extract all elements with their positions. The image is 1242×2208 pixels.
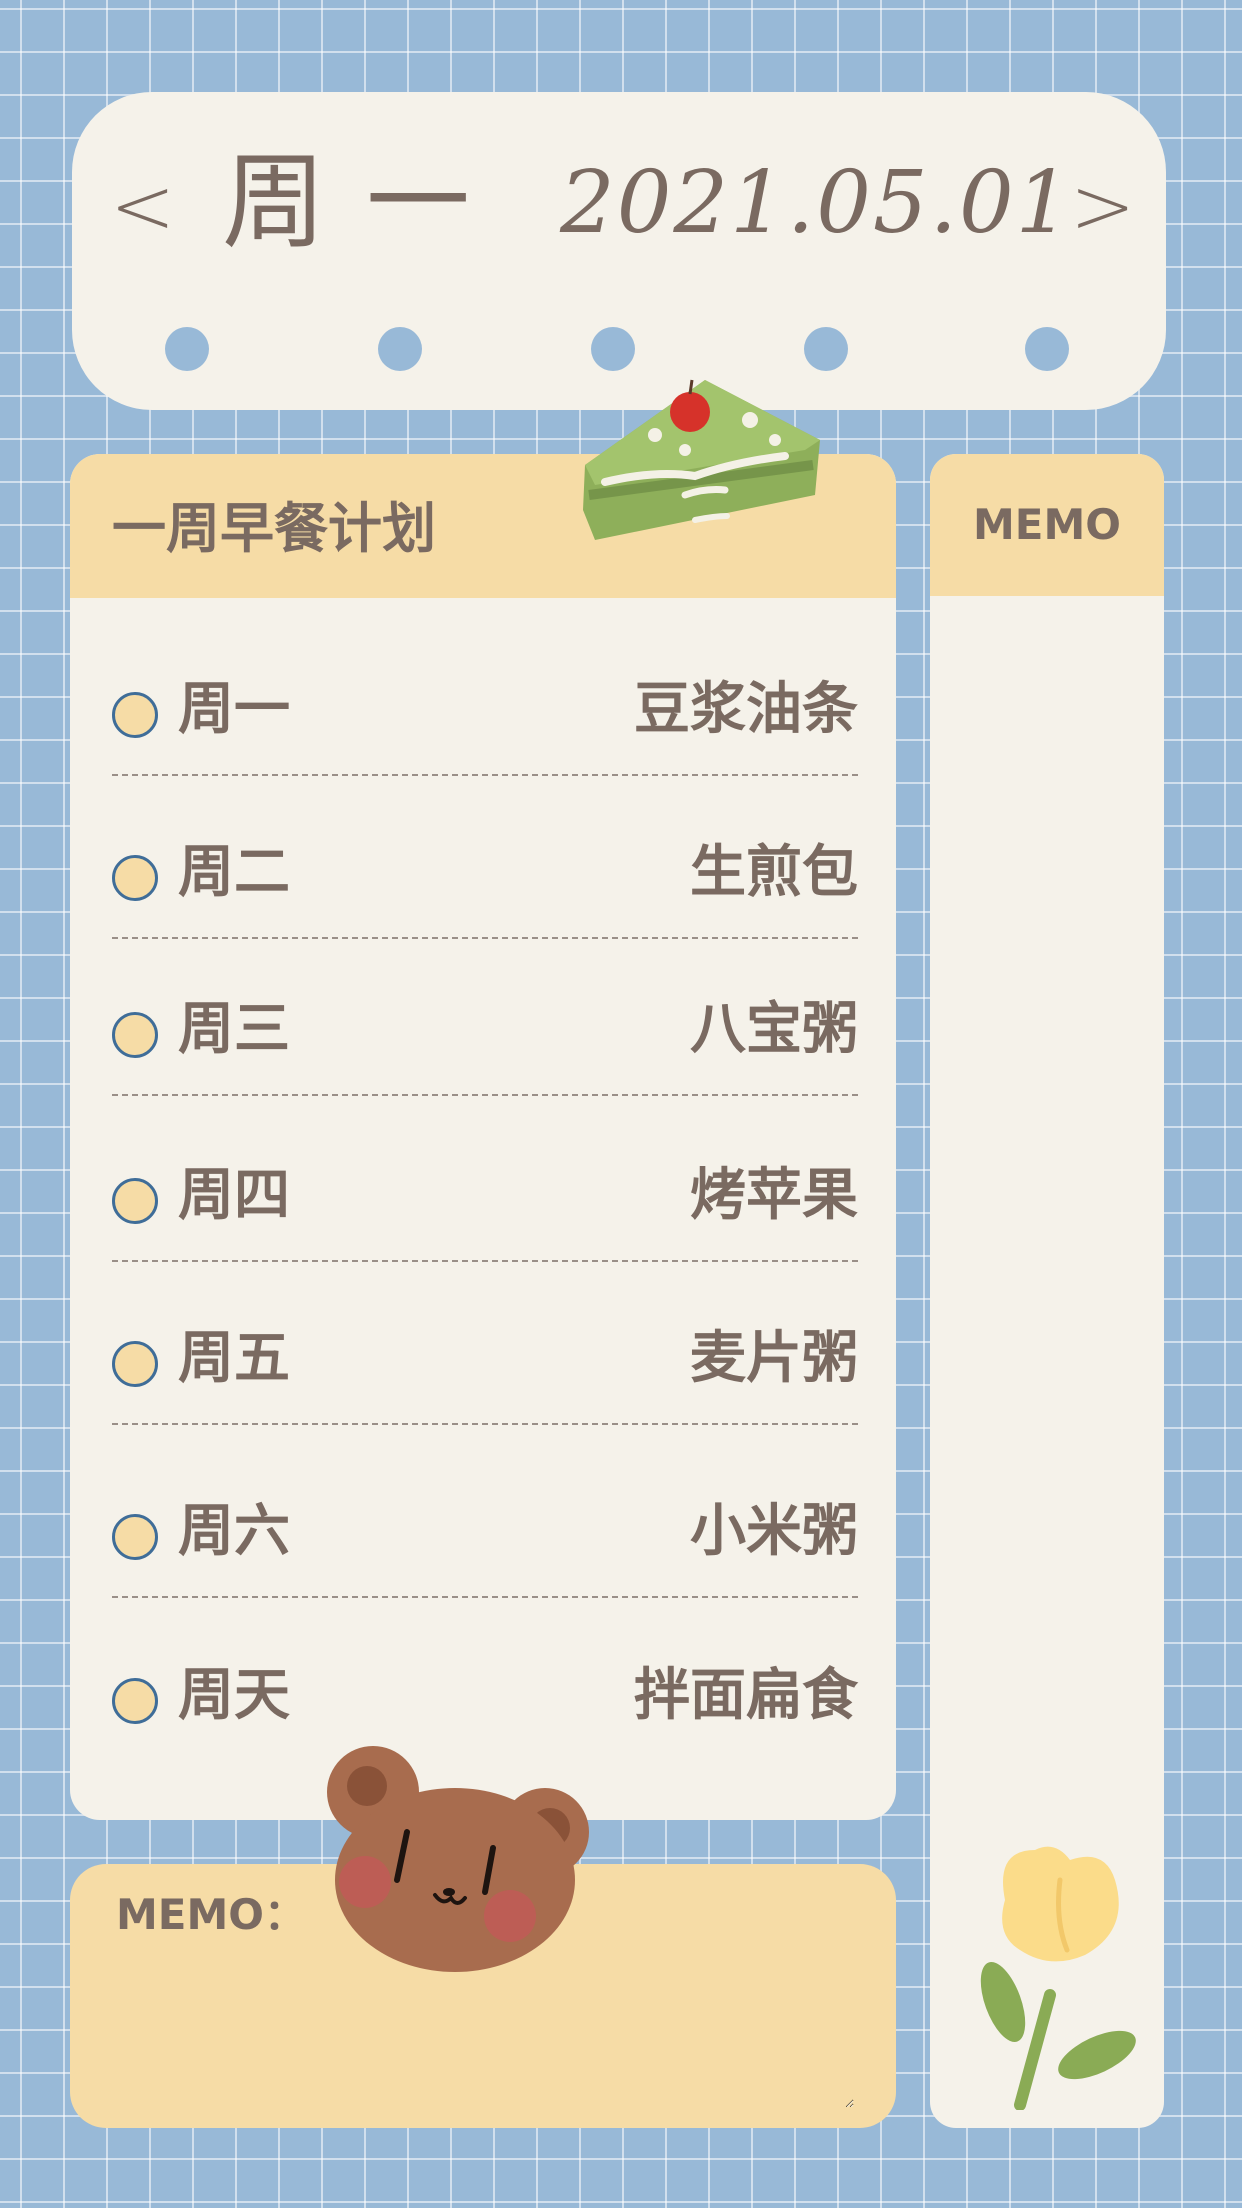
current-weekday: 周一	[222, 141, 511, 263]
plan-row[interactable]: 周三 八宝粥	[112, 984, 858, 1104]
binder-hole	[591, 327, 635, 371]
bear-sticker	[327, 1746, 589, 1972]
prev-day-button[interactable]: <	[110, 168, 175, 246]
plan-day: 周六	[178, 1499, 290, 1564]
dashed-divider	[112, 1596, 858, 1598]
dashed-divider	[112, 1423, 858, 1425]
plan-food: 烤苹果	[690, 1163, 858, 1228]
checkbox-circle[interactable]	[112, 855, 158, 901]
plan-food: 生煎包	[690, 840, 858, 905]
tulip-sticker	[980, 1846, 1136, 2110]
plan-day: 周一	[178, 677, 290, 742]
plan-row[interactable]: 周六 小米粥	[112, 1486, 858, 1606]
plan-row[interactable]: 周二 生煎包	[112, 827, 858, 947]
side-memo-title: MEMO	[973, 500, 1121, 549]
plan-food: 小米粥	[690, 1499, 858, 1564]
cake-sticker	[583, 379, 820, 540]
plan-food: 豆浆油条	[634, 677, 858, 742]
plan-day: 周三	[178, 997, 290, 1062]
plan-title: 一周早餐计划	[112, 497, 436, 560]
plan-row[interactable]: 周五 麦片粥	[112, 1313, 858, 1433]
dashed-divider	[112, 1260, 858, 1262]
binder-hole	[1025, 327, 1069, 371]
current-date: 2021.05.01	[560, 153, 1073, 253]
checkbox-circle[interactable]	[112, 1514, 158, 1560]
binder-hole	[165, 327, 209, 371]
plan-food: 八宝粥	[690, 997, 858, 1062]
checkbox-circle[interactable]	[112, 692, 158, 738]
dashed-divider	[112, 1094, 858, 1096]
binder-hole	[804, 327, 848, 371]
plan-day: 周二	[178, 840, 290, 905]
plan-food: 麦片粥	[690, 1326, 858, 1391]
breakfast-plan-card: 一周早餐计划 周一 豆浆油条 周二 生煎包 周三 八宝粥 周四 烤苹果 周五 麦…	[70, 454, 896, 1820]
checkbox-circle[interactable]	[112, 1012, 158, 1058]
plan-day: 周四	[178, 1163, 290, 1228]
plan-row[interactable]: 周一 豆浆油条	[112, 664, 858, 784]
checkbox-circle[interactable]	[112, 1178, 158, 1224]
dashed-divider	[112, 774, 858, 776]
checkbox-circle[interactable]	[112, 1341, 158, 1387]
plan-row[interactable]: 周四 烤苹果	[112, 1150, 858, 1270]
plan-day: 周天	[178, 1663, 290, 1728]
checkbox-circle[interactable]	[112, 1678, 158, 1724]
next-day-button[interactable]: >	[1070, 168, 1135, 246]
binder-hole	[378, 327, 422, 371]
bottom-memo-title: MEMO：	[116, 1890, 306, 1939]
dashed-divider	[112, 937, 858, 939]
plan-food: 拌面扁食	[634, 1663, 858, 1728]
plan-day: 周五	[178, 1326, 290, 1391]
